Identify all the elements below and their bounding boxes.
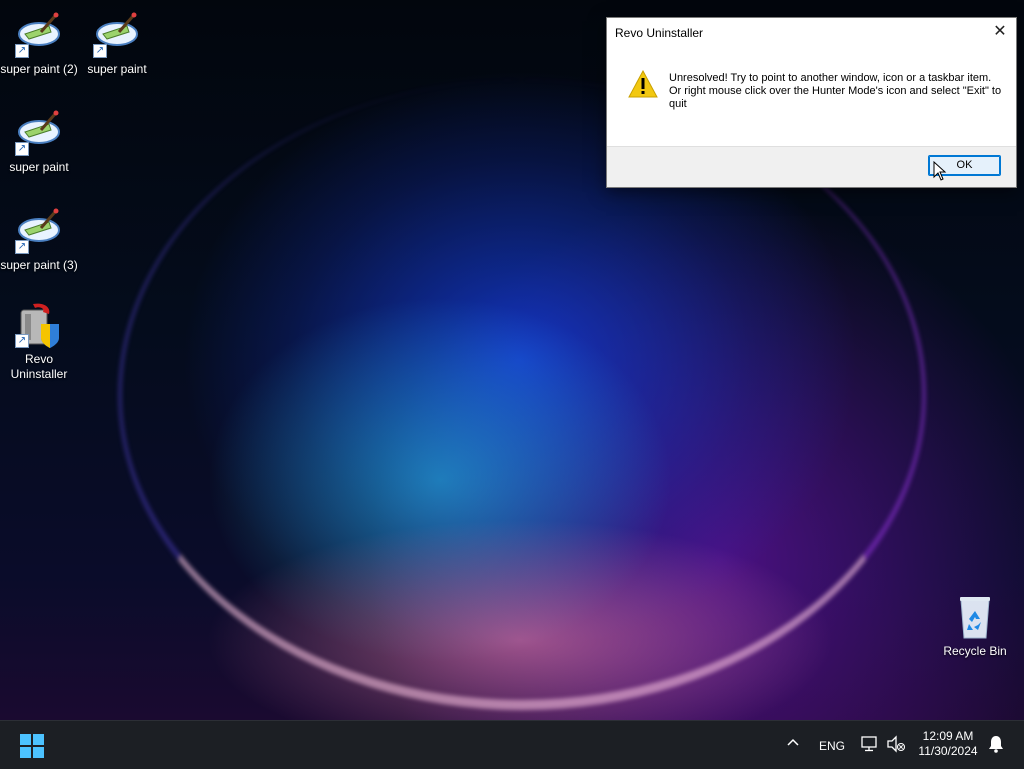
start-button[interactable] [20, 734, 44, 758]
dialog-message: Unresolved! Try to point to another wind… [669, 72, 1004, 111]
shortcut-arrow-icon: ↗ [15, 44, 29, 58]
desktop-icon-super-paint[interactable]: ↗ super paint [78, 12, 156, 77]
dialog-titlebar[interactable]: Revo Uninstaller ✕ [607, 18, 1016, 46]
message-dialog: Revo Uninstaller ✕ Unresolved! Try to po… [606, 17, 1017, 188]
shortcut-arrow-icon: ↗ [15, 240, 29, 254]
network-icon[interactable] [860, 735, 880, 758]
close-icon[interactable]: ✕ [984, 18, 1016, 46]
paint-app-icon: ↗ [15, 12, 63, 60]
desktop-icon-super-paint-3[interactable]: ↗ super paint (3) [0, 208, 78, 273]
dialog-message-line: Unresolved! Try to point to another wind… [669, 72, 992, 84]
clock-time: 12:09 AM [922, 729, 974, 743]
desktop-icon-label: super paint (3) [0, 258, 78, 272]
desktop-icon-label: Recycle Bin [943, 644, 1007, 658]
paint-app-icon: ↗ [15, 110, 63, 158]
dialog-title: Revo Uninstaller [615, 26, 704, 40]
volume-muted-icon[interactable] [886, 735, 906, 758]
desktop-icon-label: super paint [87, 62, 147, 76]
clock-date: 11/30/2024 [918, 744, 978, 758]
input-language-indicator[interactable]: ENG [819, 739, 845, 753]
mouse-pointer-icon [933, 160, 947, 186]
revo-uninstaller-icon: ↗ [15, 302, 63, 350]
paint-app-icon: ↗ [93, 12, 141, 60]
desktop-icon-label: Revo Uninstaller [10, 352, 68, 381]
taskbar: ENG 12:09 AM 11/30/2024 [0, 720, 1024, 769]
recycle-bin-icon [951, 594, 999, 642]
dialog-body: Unresolved! Try to point to another wind… [607, 46, 1016, 146]
dialog-message-line: Or right mouse click over the Hunter Mod… [669, 85, 1002, 110]
shortcut-arrow-icon: ↗ [15, 334, 29, 348]
clock[interactable]: 12:09 AM 11/30/2024 [912, 729, 984, 759]
shortcut-arrow-icon: ↗ [93, 44, 107, 58]
windows-logo-icon [20, 734, 44, 758]
show-hidden-icons-chevron-icon[interactable] [786, 736, 800, 753]
dialog-footer: OK [607, 146, 1016, 187]
warning-icon [628, 69, 658, 103]
desktop-icon-super-paint-2[interactable]: ↗ super paint (2) [0, 12, 78, 77]
desktop-icon-recycle-bin[interactable]: Recycle Bin [936, 594, 1014, 659]
desktop-icon-label: super paint (2) [0, 62, 78, 76]
desktop-icon-revo-uninstaller[interactable]: ↗ Revo Uninstaller [0, 302, 78, 382]
shortcut-arrow-icon: ↗ [15, 142, 29, 156]
notification-bell-icon[interactable] [988, 735, 1004, 758]
desktop-icon-label: super paint [9, 160, 69, 174]
paint-app-icon: ↗ [15, 208, 63, 256]
desktop-icon-super-paint-copy[interactable]: ↗ super paint [0, 110, 78, 175]
